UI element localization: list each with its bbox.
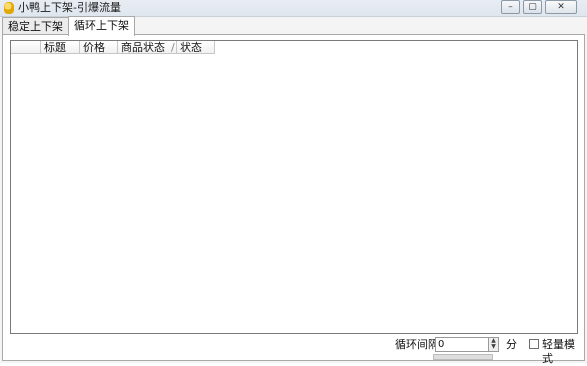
app-window: 小鸭上下架-引爆流量 – ▢ ✕ 稳定上下架 循环上下架 标题 价格 商品状态 /… [0, 0, 587, 365]
list-header: 标题 价格 商品状态 / 状态 [11, 41, 215, 55]
interval-spinner[interactable]: ▲ ▼ [488, 337, 499, 352]
column-header-product-status[interactable]: 商品状态 / [118, 41, 177, 54]
title-bar[interactable]: 小鸭上下架-引爆流量 – ▢ ✕ [0, 0, 587, 17]
column-header-price[interactable]: 价格 [80, 41, 118, 54]
window-controls: – ▢ ✕ [501, 0, 577, 14]
lightweight-mode-label: 轻量模式 [542, 338, 575, 365]
window-title: 小鸭上下架-引爆流量 [18, 1, 121, 14]
product-status-label: 商品状态 [121, 41, 165, 54]
column-header-status[interactable]: 状态 [177, 41, 215, 54]
lightweight-mode-checkbox[interactable] [529, 339, 539, 349]
close-button[interactable]: ✕ [545, 0, 577, 14]
spin-down-icon[interactable]: ▼ [489, 344, 498, 350]
column-header-title[interactable]: 标题 [41, 41, 80, 54]
tab-loop-shelf[interactable]: 循环上下架 [68, 16, 135, 36]
horizontal-scrollbar[interactable] [433, 354, 493, 360]
close-icon: ✕ [557, 1, 565, 12]
maximize-icon: ▢ [528, 1, 537, 12]
column-header-select[interactable] [11, 41, 41, 54]
minimize-button[interactable]: – [501, 0, 520, 14]
minimize-icon: – [508, 1, 513, 12]
tab-strip: 稳定上下架 循环上下架 [2, 16, 135, 36]
interval-unit: 分 [506, 338, 517, 351]
duck-app-icon [4, 2, 14, 14]
tab-stable-shelf[interactable]: 稳定上下架 [2, 17, 69, 35]
product-list[interactable]: 标题 价格 商品状态 / 状态 [10, 40, 578, 334]
interval-label: 循环间隔 [395, 338, 439, 351]
maximize-button[interactable]: ▢ [523, 0, 542, 14]
sort-indicator: / [171, 41, 175, 54]
loop-shelf-panel: 标题 价格 商品状态 / 状态 循环间隔 0 ▲ ▼ 分 轻量模式 [2, 34, 585, 365]
